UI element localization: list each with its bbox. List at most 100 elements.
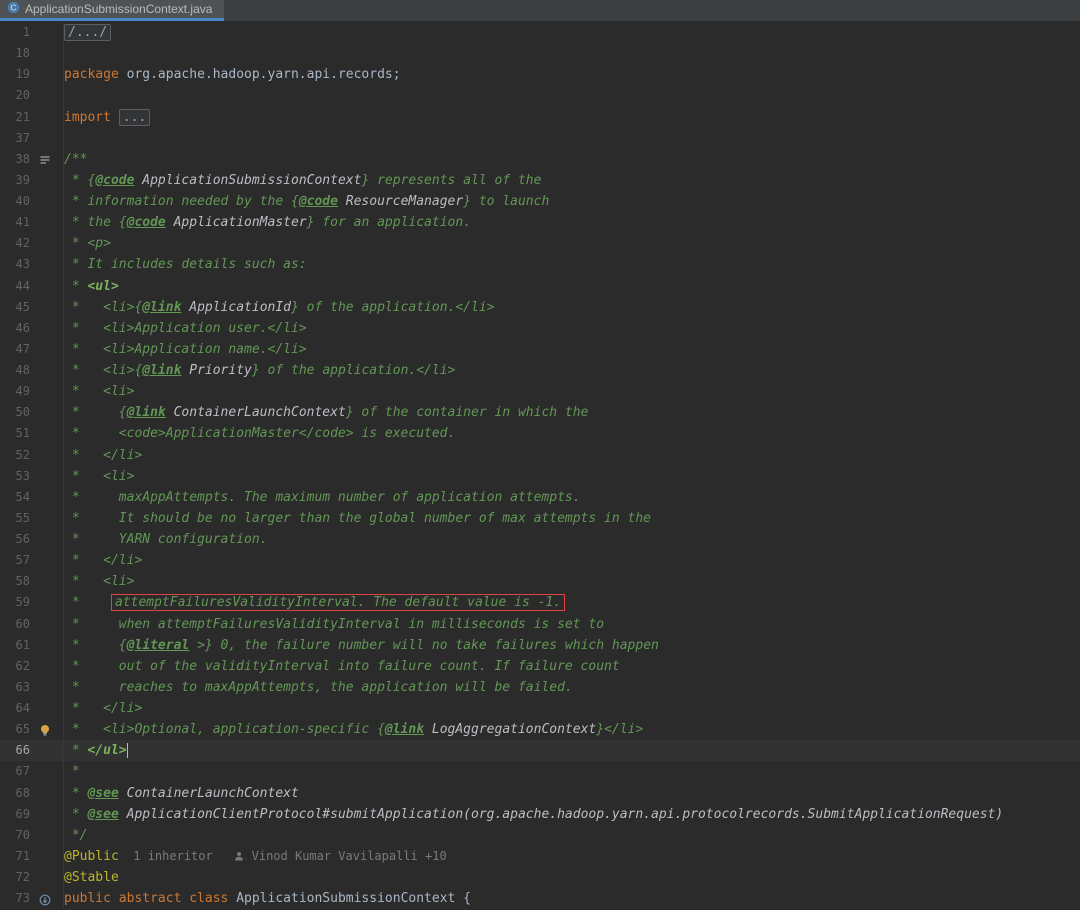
code-line[interactable]: 69 * @see ApplicationClientProtocol#subm… — [0, 803, 1080, 825]
lightbulb-icon[interactable] — [30, 719, 60, 740]
token-doc: } to launch — [463, 194, 550, 209]
line-number: 53 — [15, 468, 30, 483]
token-tag: @link — [384, 722, 425, 738]
token-doc: * { — [64, 637, 127, 653]
code-line[interactable]: 49 * <li> — [0, 381, 1080, 403]
code-line[interactable]: 1 /.../ — [0, 22, 1080, 44]
code-line[interactable]: 39 * {@code ApplicationSubmissionContext… — [0, 169, 1080, 191]
token-doc — [166, 405, 174, 420]
code-line[interactable]: 62 * out of the validityInterval into fa… — [0, 655, 1080, 677]
token-doc: /** — [64, 151, 88, 167]
token-tag: @literal — [126, 637, 190, 653]
editor-gutter: 67 — [0, 761, 64, 783]
code-line[interactable]: 73 public abstract class ApplicationSubmi… — [0, 888, 1080, 910]
code-line[interactable]: 50 * {@link ContainerLaunchContext} of t… — [0, 402, 1080, 424]
editor-gutter: 58 — [0, 571, 64, 593]
editor-gutter: 50 — [0, 402, 64, 424]
editor-gutter: 62 — [0, 655, 64, 677]
code-text: * maxAppAttempts. The maximum number of … — [64, 487, 1080, 508]
code-line[interactable]: 45 * <li>{@link ApplicationId} of the ap… — [0, 296, 1080, 318]
rendered-doc-toggle-icon[interactable] — [30, 149, 60, 170]
token-doc: } of the application.</li> — [251, 363, 456, 378]
token-cls: ApplicationSubmissionContext — [236, 891, 456, 907]
code-line[interactable]: 57 * </li> — [0, 550, 1080, 572]
code-line[interactable]: 43 * It includes details such as: — [0, 254, 1080, 276]
line-number: 48 — [15, 363, 30, 377]
token-tag: @link — [126, 405, 166, 421]
code-line[interactable]: 58 * <li> — [0, 571, 1080, 593]
code-line[interactable]: 41 * the {@code ApplicationMaster} for a… — [0, 212, 1080, 234]
code-line[interactable]: 42 * <p> — [0, 233, 1080, 255]
code-line[interactable]: 48 * <li>{@link Priority} of the applica… — [0, 360, 1080, 382]
token-val: ApplicationClientProtocol#submitApplicat… — [126, 806, 1004, 822]
code-line[interactable]: 44 * <ul> — [0, 275, 1080, 297]
line-number: 63 — [15, 679, 30, 694]
line-number: 41 — [15, 215, 30, 230]
token-box: attemptFailuresValidityInterval. The def… — [110, 594, 566, 612]
code-line[interactable]: 40 * information needed by the {@code Re… — [0, 191, 1080, 213]
token-doc — [338, 194, 346, 209]
code-line[interactable]: 46 * <li>Application user.</li> — [0, 317, 1080, 339]
token-val: ApplicationId — [189, 299, 291, 315]
code-line[interactable]: 20 — [0, 85, 1080, 107]
code-line[interactable]: 63 * reaches to maxAppAttempts, the appl… — [0, 676, 1080, 698]
code-line[interactable]: 59 * attemptFailuresValidityInterval. Th… — [0, 592, 1080, 614]
editor-gutter: 47 — [0, 338, 64, 360]
token-doc: * <li>Application user.</li> — [64, 320, 307, 336]
code-line[interactable]: 56 * YARN configuration. — [0, 529, 1080, 551]
code-line[interactable]: 55 * It should be no larger than the glo… — [0, 507, 1080, 529]
tab-application-submission-context[interactable]: C ApplicationSubmissionContext.java — [0, 0, 225, 21]
code-line[interactable]: 47 * <li>Application name.</li> — [0, 338, 1080, 360]
code-line[interactable]: 68 * @see ContainerLaunchContext — [0, 782, 1080, 804]
code-text: * YARN configuration. — [64, 529, 1080, 550]
code-line[interactable]: 21 import ... — [0, 106, 1080, 128]
line-number: 66 — [15, 743, 30, 758]
line-number: 42 — [15, 236, 30, 251]
code-text: * </li> — [64, 698, 1080, 719]
code-line[interactable]: 38 /** — [0, 148, 1080, 170]
token-doc: * — [64, 278, 88, 294]
code-line[interactable]: 52 * </li> — [0, 444, 1080, 466]
code-line[interactable]: 53 * <li> — [0, 465, 1080, 487]
code-line[interactable]: 67 * — [0, 761, 1080, 783]
code-text: * <li>Optional, application-specific {@l… — [64, 719, 1080, 740]
code-line[interactable]: 60 * when attemptFailuresValidityInterva… — [0, 613, 1080, 635]
code-editor[interactable]: 1 /.../ 18 19 package org.apache.hadoop.yarn… — [0, 22, 1080, 910]
token-doc: } for an application. — [306, 215, 472, 231]
code-text: * </ul> — [64, 740, 1080, 761]
code-line[interactable]: 18 — [0, 43, 1080, 65]
code-text: * <li>{@link Priority} of the applicatio… — [64, 360, 1080, 381]
editor-gutter: 19 — [0, 64, 64, 86]
code-line[interactable]: 70 */ — [0, 824, 1080, 846]
code-text: * {@code ApplicationSubmissionContext} r… — [64, 170, 1080, 191]
token-doc: * It should be no larger than the global… — [64, 510, 651, 526]
code-line[interactable]: 72 @Stable — [0, 867, 1080, 889]
code-line[interactable]: 66 * </ul> — [0, 740, 1080, 762]
code-line[interactable]: 54 * maxAppAttempts. The maximum number … — [0, 486, 1080, 508]
line-number: 68 — [15, 785, 30, 800]
token-mk: </ul> — [87, 743, 127, 759]
editor-gutter: 61 — [0, 634, 64, 656]
code-line[interactable]: 65 * <li>Optional, application-specific … — [0, 719, 1080, 741]
editor-gutter: 18 — [0, 43, 64, 65]
editor-gutter: 53 — [0, 465, 64, 487]
code-text: * @see ApplicationClientProtocol#submitA… — [64, 804, 1080, 825]
token-val: ApplicationSubmissionContext — [142, 172, 362, 188]
editor-gutter: 45 — [0, 296, 64, 318]
token-tag: @see — [87, 785, 119, 801]
code-line[interactable]: 19 package org.apache.hadoop.yarn.api.rec… — [0, 64, 1080, 86]
code-line[interactable]: 61 * {@literal >} 0, the failure number … — [0, 634, 1080, 656]
overridden-marker-icon[interactable] — [30, 888, 60, 909]
code-line[interactable]: 37 — [0, 127, 1080, 149]
line-number: 73 — [15, 891, 30, 906]
code-text: * information needed by the {@code Resou… — [64, 191, 1080, 212]
code-line[interactable]: 51 * <code>ApplicationMaster</code> is e… — [0, 423, 1080, 445]
token-fold: ... — [118, 108, 151, 126]
code-text: */ — [64, 825, 1080, 846]
token-doc: * — [64, 595, 111, 611]
code-line[interactable]: 64 * </li> — [0, 698, 1080, 720]
token-doc — [166, 215, 174, 230]
token-doc: * YARN configuration. — [64, 532, 268, 547]
code-line[interactable]: 71 @Public 1 inheritor Vinod Kumar Vavila… — [0, 845, 1080, 867]
